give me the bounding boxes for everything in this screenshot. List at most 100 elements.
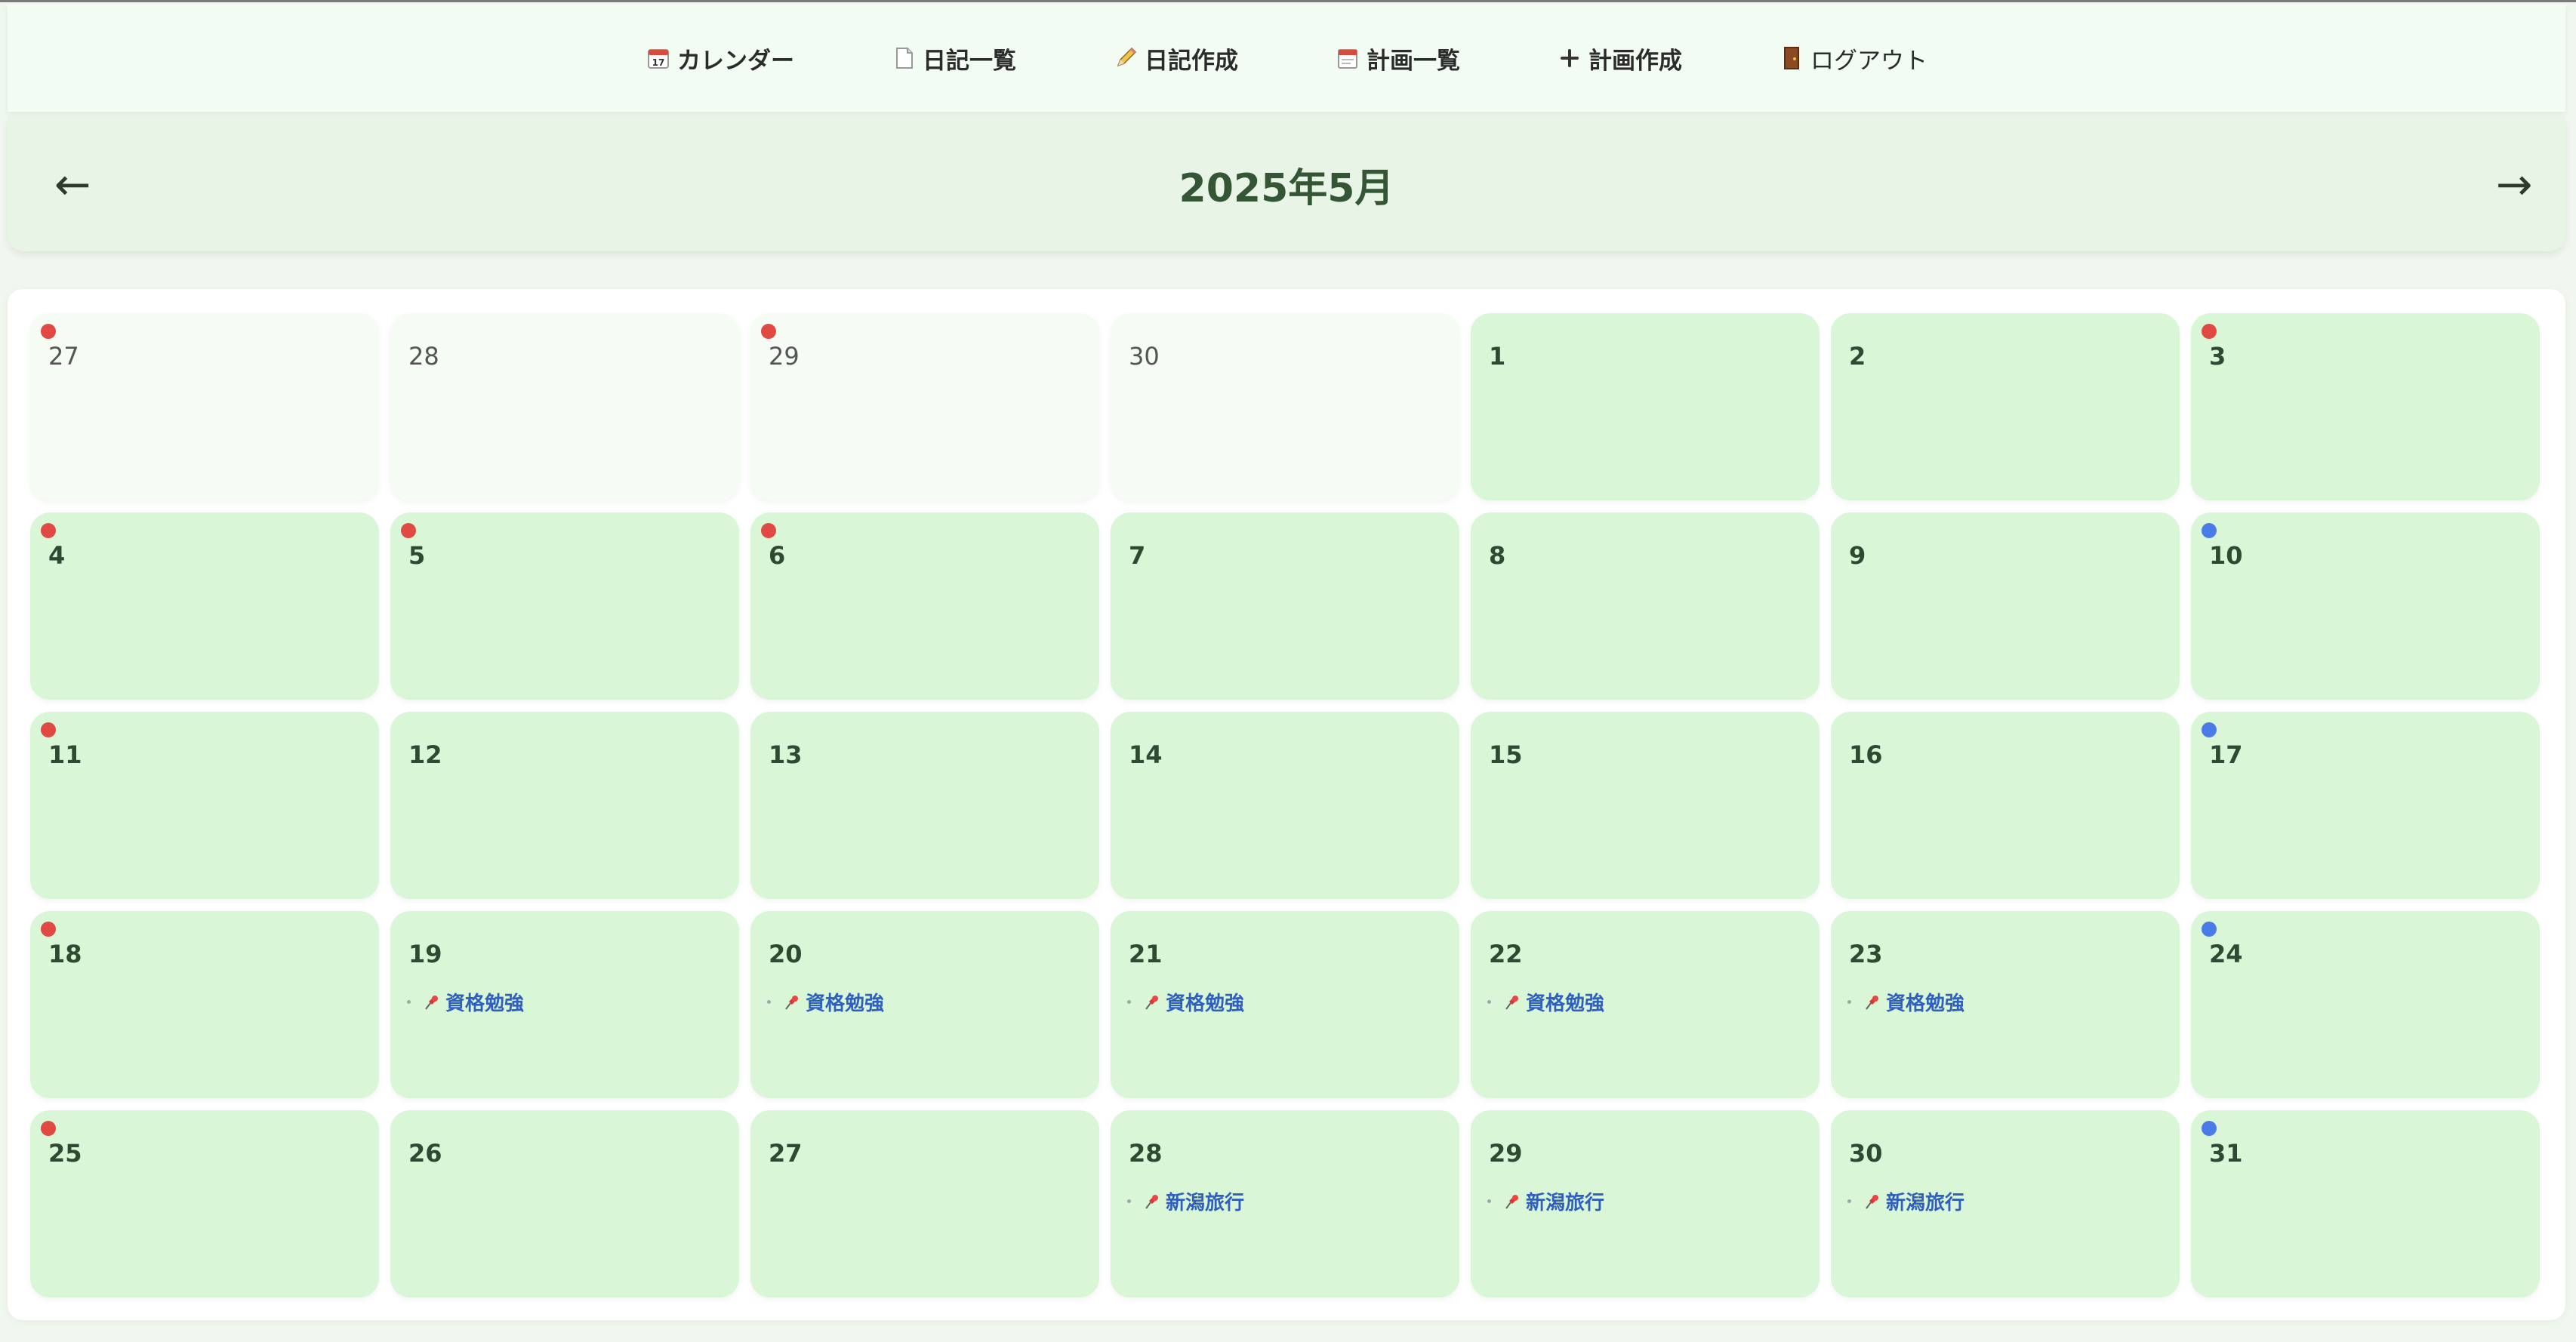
door-icon bbox=[1779, 45, 1804, 71]
calendar-day[interactable]: 26 bbox=[390, 1110, 739, 1297]
day-number: 5 bbox=[408, 541, 426, 570]
bullet-icon bbox=[407, 1000, 411, 1004]
day-number: 2 bbox=[1849, 342, 1866, 371]
day-number: 29 bbox=[1489, 1139, 1523, 1168]
calendar-day[interactable]: 19 資格勉強 bbox=[390, 911, 739, 1098]
day-number: 29 bbox=[769, 342, 800, 371]
calendar-day[interactable]: 15 bbox=[1471, 712, 1820, 899]
top-navbar: 17 カレンダー 日記一覧 日記作成 計画一覧 計画作成 ログアウト bbox=[8, 5, 2565, 112]
plan-event-label: 資格勉強 bbox=[1526, 993, 1605, 1015]
pushpin-icon bbox=[1502, 1192, 1521, 1211]
calendar-day[interactable]: 8 bbox=[1471, 512, 1820, 700]
day-number: 6 bbox=[769, 541, 786, 570]
day-number: 30 bbox=[1849, 1139, 1883, 1168]
nav-diary-create[interactable]: 日記作成 bbox=[1113, 42, 1238, 75]
pushpin-icon bbox=[1862, 993, 1881, 1012]
nav-plan-create[interactable]: 計画作成 bbox=[1557, 42, 1682, 75]
planner-icon bbox=[1335, 45, 1360, 71]
month-title: 2025年5月 bbox=[1179, 165, 1394, 211]
next-month-button[interactable]: → bbox=[2484, 117, 2544, 251]
day-number: 15 bbox=[1489, 740, 1523, 769]
calendar-day[interactable]: 12 bbox=[390, 712, 739, 899]
calendar-day[interactable]: 27 bbox=[750, 1110, 1099, 1297]
calendar-day[interactable]: 14 bbox=[1111, 712, 1459, 899]
day-number: 8 bbox=[1489, 541, 1506, 570]
calendar-day[interactable]: 28 bbox=[390, 313, 739, 500]
calendar-day[interactable]: 10 bbox=[2191, 512, 2540, 700]
calendar-day[interactable]: 5 bbox=[390, 512, 739, 700]
day-number: 30 bbox=[1129, 342, 1160, 371]
calendar-day[interactable]: 11 bbox=[30, 712, 379, 899]
calendar-day[interactable]: 27 bbox=[30, 313, 379, 500]
plan-event[interactable]: 新潟旅行 bbox=[1487, 1187, 1604, 1215]
bullet-icon bbox=[1487, 1000, 1491, 1004]
plus-icon bbox=[1557, 45, 1582, 71]
calendar-day[interactable]: 4 bbox=[30, 512, 379, 700]
day-number: 20 bbox=[769, 940, 803, 968]
plan-event-label: 資格勉強 bbox=[1166, 993, 1245, 1015]
day-number: 12 bbox=[408, 740, 442, 769]
plan-event[interactable]: 資格勉強 bbox=[407, 988, 524, 1016]
day-number: 25 bbox=[48, 1139, 82, 1168]
bullet-icon bbox=[1847, 1000, 1851, 1004]
calendar-card: 27 28 29 30 1 2 3 4 5 6 7 8 9 10 11 12 13 14 15 16 17 18 19 資格勉… bbox=[8, 289, 2565, 1320]
red-dot-indicator bbox=[41, 722, 56, 737]
plan-event-label: 新潟旅行 bbox=[1166, 1192, 1245, 1214]
calendar-day[interactable]: 22 資格勉強 bbox=[1471, 911, 1820, 1098]
bullet-icon bbox=[1847, 1199, 1851, 1203]
calendar-day[interactable]: 13 bbox=[750, 712, 1099, 899]
plan-event[interactable]: 資格勉強 bbox=[1847, 988, 1964, 1016]
red-dot-indicator bbox=[401, 523, 416, 538]
calendar-day[interactable]: 2 bbox=[1831, 313, 2180, 500]
red-dot-indicator bbox=[2202, 324, 2217, 339]
calendar-day[interactable]: 28 新潟旅行 bbox=[1111, 1110, 1459, 1297]
pushpin-icon bbox=[1862, 1192, 1881, 1211]
calendar-day[interactable]: 21 資格勉強 bbox=[1111, 911, 1459, 1098]
plan-event-label: 新潟旅行 bbox=[1526, 1192, 1605, 1214]
calendar-day[interactable]: 25 bbox=[30, 1110, 379, 1297]
calendar-day[interactable]: 30 bbox=[1111, 313, 1459, 500]
nav-plan-create-label: 計画作成 bbox=[1588, 47, 1682, 75]
pushpin-icon bbox=[1142, 1192, 1161, 1211]
plan-event[interactable]: 資格勉強 bbox=[767, 988, 884, 1016]
pushpin-icon bbox=[781, 993, 801, 1012]
calendar-day[interactable]: 18 bbox=[30, 911, 379, 1098]
calendar-day[interactable]: 24 bbox=[2191, 911, 2540, 1098]
bullet-icon bbox=[767, 1000, 771, 1004]
calendar-day[interactable]: 17 bbox=[2191, 712, 2540, 899]
nav-diary-list-label: 日記一覧 bbox=[923, 47, 1016, 75]
nav-calendar-label: カレンダー bbox=[677, 47, 794, 75]
calendar-day[interactable]: 6 bbox=[750, 512, 1099, 700]
day-number: 26 bbox=[408, 1139, 442, 1168]
nav-logout[interactable]: ログアウト bbox=[1779, 42, 1927, 75]
plan-event[interactable]: 資格勉強 bbox=[1127, 988, 1244, 1016]
nav-diary-list[interactable]: 日記一覧 bbox=[891, 42, 1016, 75]
plan-event[interactable]: 新潟旅行 bbox=[1847, 1187, 1964, 1215]
bullet-icon bbox=[1127, 1000, 1131, 1004]
plan-event-label: 新潟旅行 bbox=[1886, 1192, 1965, 1214]
red-dot-indicator bbox=[761, 324, 776, 339]
red-dot-indicator bbox=[41, 922, 56, 937]
nav-calendar[interactable]: 17 カレンダー bbox=[646, 42, 794, 75]
day-number: 13 bbox=[769, 740, 803, 769]
nav-plan-list[interactable]: 計画一覧 bbox=[1335, 42, 1460, 75]
blue-dot-indicator bbox=[2202, 523, 2217, 538]
calendar-day[interactable]: 23 資格勉強 bbox=[1831, 911, 2180, 1098]
calendar-day[interactable]: 3 bbox=[2191, 313, 2540, 500]
month-header: ← 2025年5月 → bbox=[8, 117, 2565, 251]
calendar-day[interactable]: 7 bbox=[1111, 512, 1459, 700]
calendar-day[interactable]: 20 資格勉強 bbox=[750, 911, 1099, 1098]
calendar-day[interactable]: 29 bbox=[750, 313, 1099, 500]
calendar-day[interactable]: 16 bbox=[1831, 712, 2180, 899]
day-number: 31 bbox=[2209, 1139, 2243, 1168]
day-number: 27 bbox=[48, 342, 79, 371]
plan-event[interactable]: 資格勉強 bbox=[1487, 988, 1604, 1016]
day-number: 1 bbox=[1489, 342, 1506, 371]
calendar-day[interactable]: 31 bbox=[2191, 1110, 2540, 1297]
calendar-day[interactable]: 1 bbox=[1471, 313, 1820, 500]
calendar-icon: 17 bbox=[646, 45, 671, 71]
calendar-day[interactable]: 9 bbox=[1831, 512, 2180, 700]
calendar-day[interactable]: 30 新潟旅行 bbox=[1831, 1110, 2180, 1297]
calendar-day[interactable]: 29 新潟旅行 bbox=[1471, 1110, 1820, 1297]
plan-event[interactable]: 新潟旅行 bbox=[1127, 1187, 1244, 1215]
